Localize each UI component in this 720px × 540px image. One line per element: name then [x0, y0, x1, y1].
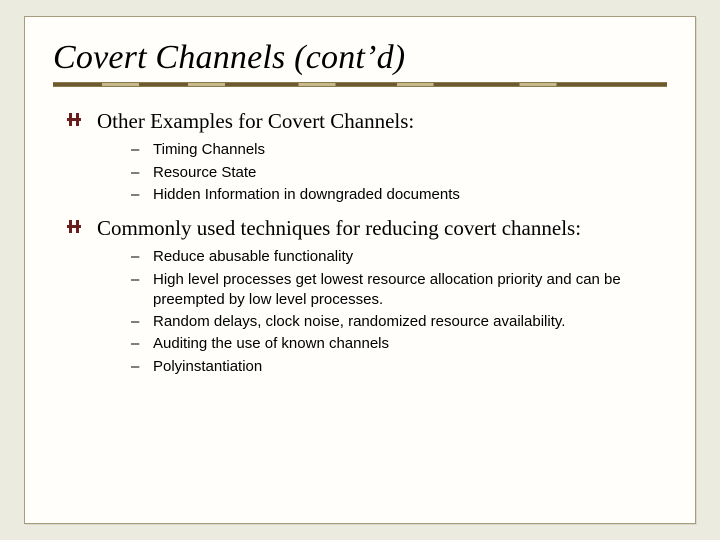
- fence-bullet-icon: [67, 113, 81, 126]
- list-item: Random delays, clock noise, randomized r…: [131, 312, 667, 332]
- list-item: Timing Channels: [131, 140, 667, 160]
- decorative-rule-icon: [53, 83, 667, 86]
- slide-title: Covert Channels (cont’d): [53, 39, 667, 77]
- list-item: Resource State: [131, 163, 667, 183]
- list-item: Polyinstantiation: [131, 357, 667, 377]
- section-items: Reduce abusable functionality High level…: [131, 247, 667, 377]
- slide-card: Covert Channels (cont’d) Other Examples …: [24, 16, 696, 524]
- section-items: Timing Channels Resource State Hidden In…: [131, 140, 667, 205]
- list-item: High level processes get lowest resource…: [131, 270, 667, 311]
- section-1: Commonly used techniques for reducing co…: [53, 215, 667, 377]
- section-heading: Other Examples for Covert Channels:: [97, 108, 667, 134]
- section-heading-text: Commonly used techniques for reducing co…: [97, 216, 581, 240]
- list-item: Hidden Information in downgraded documen…: [131, 185, 667, 205]
- fence-bullet-icon: [67, 220, 81, 233]
- list-item: Auditing the use of known channels: [131, 334, 667, 354]
- section-0: Other Examples for Covert Channels: Timi…: [53, 108, 667, 205]
- section-heading-text: Other Examples for Covert Channels:: [97, 109, 414, 133]
- title-rule: [53, 83, 667, 86]
- section-heading: Commonly used techniques for reducing co…: [97, 215, 667, 241]
- list-item: Reduce abusable functionality: [131, 247, 667, 267]
